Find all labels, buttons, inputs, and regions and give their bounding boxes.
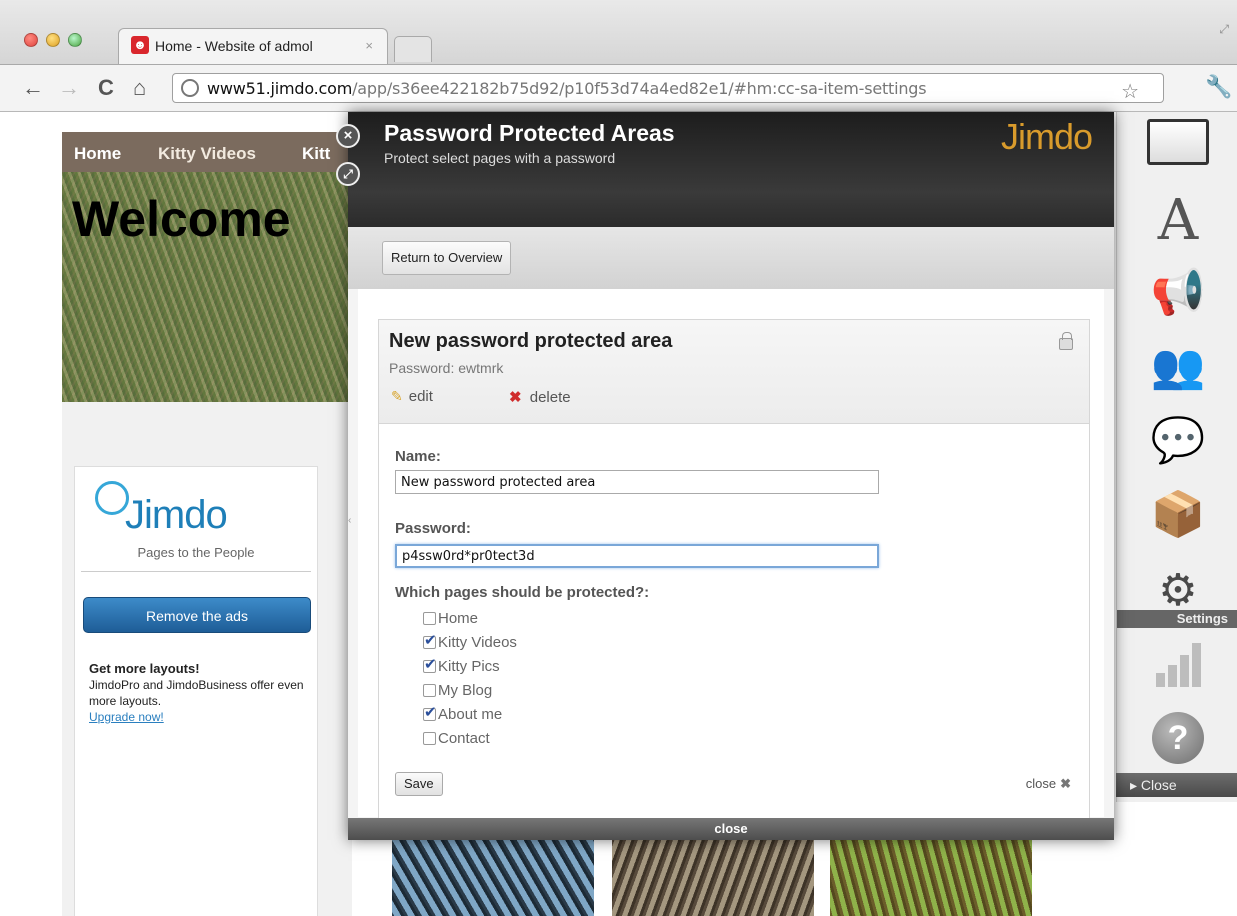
list-item[interactable]: Home: [423, 606, 517, 630]
dialog-title: Password Protected Areas: [384, 120, 675, 146]
area-password: Password: ewtmrk: [389, 360, 504, 376]
card-close-link[interactable]: close ✖: [1026, 776, 1071, 792]
browser-toolbar: ← → C ⌂ www51.jimdo.com/app/s36ee422182b…: [0, 64, 1237, 112]
delete-link[interactable]: ✖ delete: [509, 388, 571, 406]
site-nav-kitty-videos[interactable]: Kitty Videos: [158, 144, 256, 164]
site-navigation: Home Kitty Videos Kitt: [62, 132, 352, 172]
site-nav-home[interactable]: Home: [74, 144, 121, 164]
users-icon[interactable]: 👥: [1145, 336, 1211, 396]
promo-text: JimdoPro and JimdoBusiness offer even mo…: [89, 678, 304, 708]
gallery-photo[interactable]: [830, 838, 1032, 916]
lock-icon: [1059, 332, 1073, 350]
store-icon[interactable]: 📦: [1145, 484, 1211, 544]
checkbox[interactable]: [423, 655, 437, 673]
checkbox[interactable]: [423, 703, 437, 721]
checkbox[interactable]: [423, 731, 436, 745]
site-headline: Welcome: [72, 191, 291, 247]
edit-link[interactable]: ✎ edit: [391, 388, 433, 405]
list-item[interactable]: My Blog: [423, 678, 517, 702]
header-image: Welcome: [62, 172, 352, 402]
reload-icon[interactable]: C: [98, 75, 114, 101]
checkbox[interactable]: [423, 631, 437, 649]
site-preview: Home Kitty Videos Kitt Welcome Jimdo Pag…: [62, 132, 352, 916]
list-item[interactable]: Contact: [423, 726, 517, 750]
dialog-header: Password Protected Areas Protect select …: [348, 112, 1114, 227]
dialog-body: New password protected area Password: ew…: [358, 289, 1104, 819]
address-bar[interactable]: www51.jimdo.com/app/s36ee422182b75d92/p1…: [172, 73, 1164, 103]
style-icon[interactable]: A: [1145, 188, 1211, 253]
page-checkbox-list: Home Kitty Videos Kitty Pics My Blog Abo…: [423, 606, 517, 750]
photo-gallery: [392, 838, 1042, 916]
site-nav-kitty-more[interactable]: Kitt: [302, 144, 330, 164]
save-button[interactable]: Save: [395, 772, 443, 796]
bookmark-star-icon[interactable]: ☆: [1121, 79, 1139, 104]
more-layouts-promo: Get more layouts! JimdoPro and JimdoBusi…: [89, 661, 309, 725]
area-name: New password protected area: [389, 330, 673, 352]
site-sidebar: Jimdo Pages to the People Remove the ads…: [74, 466, 318, 916]
checkbox[interactable]: [423, 683, 436, 697]
logo-tagline: Pages to the People: [137, 545, 255, 560]
layout-icon[interactable]: [1145, 112, 1211, 172]
protected-area-card: New password protected area Password: ew…: [378, 319, 1090, 819]
window-minimize-button[interactable]: [46, 33, 60, 47]
upgrade-link[interactable]: Upgrade now!: [89, 709, 309, 725]
browser-tab-strip: ☻ Home - Website of admol × ⤢: [0, 0, 1237, 68]
rail-close-button[interactable]: ▸ Close: [1116, 773, 1237, 797]
list-item[interactable]: About me: [423, 702, 517, 726]
dialog-expand-icon[interactable]: ⤢: [336, 162, 360, 186]
jimdo-brand-logo: Jimdo: [1000, 116, 1093, 157]
window-zoom-button[interactable]: [68, 33, 82, 47]
forward-arrow-icon[interactable]: →: [58, 75, 80, 101]
smiley-logo-icon: [95, 481, 129, 515]
tab-close-icon[interactable]: ×: [365, 38, 373, 53]
password-areas-dialog: Password Protected Areas Protect select …: [336, 112, 1114, 840]
dialog-subtitle: Protect select pages with a password: [384, 150, 616, 166]
checkbox[interactable]: [423, 611, 436, 625]
name-field[interactable]: [395, 470, 879, 494]
wrench-icon[interactable]: 🔧: [1205, 74, 1232, 100]
area-card-header: New password protected area Password: ew…: [379, 320, 1089, 424]
admin-icon-rail: A 📢 👥 💬 📦 ⚙ Settings ?: [1116, 112, 1237, 802]
dialog-subbar: Return to Overview: [348, 227, 1114, 289]
gallery-photo[interactable]: [612, 838, 814, 916]
password-label: Password:: [395, 520, 471, 537]
list-item[interactable]: Kitty Pics: [423, 654, 517, 678]
dialog-footer-close[interactable]: close: [348, 818, 1114, 840]
logo-text: Jimdo: [125, 493, 228, 537]
gallery-photo[interactable]: [392, 838, 594, 916]
url-text[interactable]: www51.jimdo.com/app/s36ee422182b75d92/p1…: [207, 79, 927, 98]
globe-icon: [181, 79, 199, 97]
return-to-overview-button[interactable]: Return to Overview: [382, 241, 512, 275]
promo-title: Get more layouts!: [89, 661, 200, 676]
home-icon[interactable]: ⌂: [133, 75, 146, 101]
pages-label: Which pages should be protected?:: [395, 584, 650, 601]
jimdo-favicon-icon: ☻: [131, 36, 149, 54]
stats-icon[interactable]: [1145, 632, 1211, 692]
browser-tab[interactable]: ☻ Home - Website of admol ×: [118, 28, 388, 64]
fullscreen-icon[interactable]: ⤢: [1219, 22, 1229, 37]
password-field[interactable]: [395, 544, 879, 568]
jimdo-logo: Jimdo Pages to the People: [75, 467, 317, 571]
dialog-close-icon[interactable]: ×: [336, 124, 360, 148]
list-item[interactable]: Kitty Videos: [423, 630, 517, 654]
name-label: Name:: [395, 448, 441, 465]
remove-ads-button[interactable]: Remove the ads: [83, 597, 311, 633]
back-arrow-icon[interactable]: ←: [22, 75, 44, 101]
settings-label[interactable]: Settings: [1117, 610, 1237, 628]
help-icon[interactable]: ?: [1145, 708, 1211, 768]
chat-icon[interactable]: 💬: [1145, 410, 1211, 470]
promotion-icon[interactable]: 📢: [1145, 262, 1211, 322]
delete-x-icon: ✖: [509, 389, 522, 406]
new-tab-button[interactable]: [394, 36, 432, 62]
collapse-grip-icon[interactable]: ‹: [348, 515, 351, 526]
pencil-icon: ✎: [391, 388, 403, 404]
window-close-button[interactable]: [24, 33, 38, 47]
tab-title: Home - Website of admol: [155, 38, 313, 54]
divider: [81, 571, 311, 572]
close-x-icon: ✖: [1060, 776, 1071, 791]
